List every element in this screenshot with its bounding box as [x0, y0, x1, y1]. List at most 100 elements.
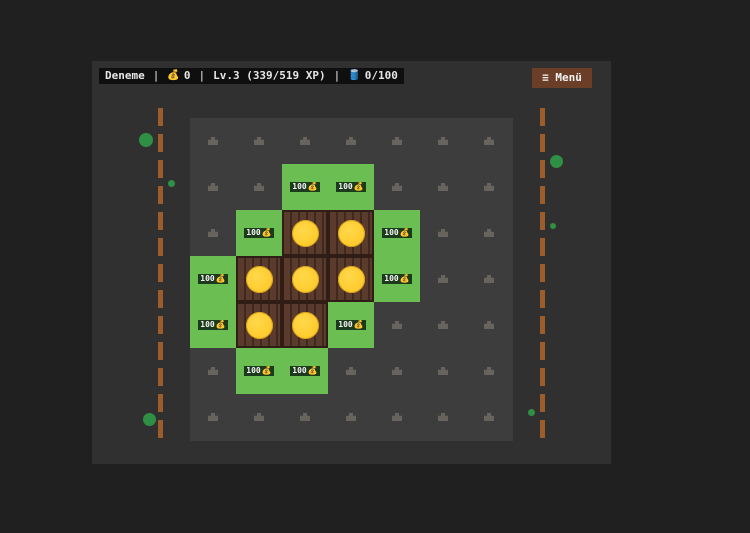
locked-plot[interactable] [236, 118, 282, 164]
price-tag: 100 💰 [244, 228, 274, 238]
price-tag: 100 💰 [336, 320, 366, 330]
locked-plot[interactable] [374, 394, 420, 440]
buyable-plot[interactable]: 100 💰 [190, 302, 236, 348]
money-bag-icon: 💰 [399, 274, 410, 283]
castle-icon [484, 275, 494, 283]
tree [550, 223, 556, 229]
locked-plot[interactable] [374, 164, 420, 210]
price-tag: 100 💰 [198, 320, 228, 330]
menu-button[interactable]: ≡ Menü [532, 68, 592, 88]
locked-plot[interactable] [190, 348, 236, 394]
locked-plot[interactable] [236, 164, 282, 210]
locked-plot[interactable] [420, 394, 466, 440]
coin-icon[interactable] [245, 311, 273, 339]
locked-plot[interactable] [374, 118, 420, 164]
money-bag-icon: 💰 [261, 366, 272, 375]
castle-icon [392, 137, 402, 145]
locked-plot[interactable] [282, 118, 328, 164]
locked-plot[interactable] [236, 394, 282, 440]
locked-plot[interactable] [190, 164, 236, 210]
owned-plot[interactable] [328, 210, 374, 256]
tree [143, 413, 156, 426]
coin-icon[interactable] [291, 265, 319, 293]
hud-separator: | [198, 69, 206, 82]
right-fence [540, 108, 545, 439]
buyable-plot[interactable]: 100 💰 [236, 348, 282, 394]
coin-icon[interactable] [245, 265, 273, 293]
price-tag: 100 💰 [382, 228, 412, 238]
price-value: 100 [246, 228, 261, 237]
owned-plot[interactable] [282, 210, 328, 256]
castle-icon [484, 413, 494, 421]
locked-plot[interactable] [466, 164, 512, 210]
price-tag: 100 💰 [290, 182, 320, 192]
locked-plot[interactable] [190, 118, 236, 164]
buyable-plot[interactable]: 100 💰 [282, 348, 328, 394]
castle-icon [438, 275, 448, 283]
locked-plot[interactable] [190, 394, 236, 440]
coin-icon[interactable] [291, 311, 319, 339]
buyable-plot[interactable]: 100 💰 [328, 164, 374, 210]
price-value: 100 [292, 366, 307, 375]
locked-plot[interactable] [420, 164, 466, 210]
castle-icon [300, 137, 310, 145]
buyable-plot[interactable]: 100 💰 [374, 256, 420, 302]
price-tag: 100 💰 [382, 274, 412, 284]
buyable-plot[interactable]: 100 💰 [236, 210, 282, 256]
castle-icon [254, 137, 264, 145]
hud-separator: | [152, 69, 160, 82]
castle-icon [254, 183, 264, 191]
locked-plot[interactable] [328, 348, 374, 394]
owned-plot[interactable] [282, 302, 328, 348]
locked-plot[interactable] [466, 348, 512, 394]
castle-icon [438, 367, 448, 375]
locked-plot[interactable] [374, 348, 420, 394]
locked-plot[interactable] [328, 394, 374, 440]
owned-plot[interactable] [236, 256, 282, 302]
buyable-plot[interactable]: 100 💰 [190, 256, 236, 302]
owned-plot[interactable] [282, 256, 328, 302]
buyable-plot[interactable]: 100 💰 [374, 210, 420, 256]
locked-plot[interactable] [466, 394, 512, 440]
owned-plot[interactable] [236, 302, 282, 348]
left-fence [158, 108, 163, 439]
money-bag-icon: 💰 [399, 228, 410, 237]
status-bar: Deneme | 💰 0 | Lv.3 (339/519 XP) | 🛢️ 0/… [99, 68, 404, 84]
locked-plot[interactable] [466, 118, 512, 164]
tree [528, 409, 535, 416]
price-tag: 100 💰 [290, 366, 320, 376]
money-bag-icon: 💰 [353, 320, 364, 329]
locked-plot[interactable] [420, 302, 466, 348]
price-value: 100 [292, 182, 307, 191]
castle-icon [346, 137, 356, 145]
castle-icon [438, 229, 448, 237]
locked-plot[interactable] [420, 118, 466, 164]
castle-icon [392, 183, 402, 191]
tree [550, 155, 563, 168]
locked-plot[interactable] [328, 118, 374, 164]
owned-plot[interactable] [328, 256, 374, 302]
locked-plot[interactable] [420, 348, 466, 394]
price-value: 100 [338, 320, 353, 329]
locked-plot[interactable] [420, 210, 466, 256]
castle-icon [392, 413, 402, 421]
tree [139, 133, 153, 147]
castle-icon [208, 367, 218, 375]
locked-plot[interactable] [420, 256, 466, 302]
price-tag: 100 💰 [336, 182, 366, 192]
locked-plot[interactable] [466, 256, 512, 302]
buyable-plot[interactable]: 100 💰 [328, 302, 374, 348]
locked-plot[interactable] [466, 302, 512, 348]
buyable-plot[interactable]: 100 💰 [282, 164, 328, 210]
locked-plot[interactable] [282, 394, 328, 440]
castle-icon [208, 229, 218, 237]
locked-plot[interactable] [466, 210, 512, 256]
castle-icon [392, 321, 402, 329]
coin-icon[interactable] [291, 219, 319, 247]
price-value: 100 [384, 228, 399, 237]
locked-plot[interactable] [190, 210, 236, 256]
money-bag-icon: 💰 [215, 274, 226, 283]
locked-plot[interactable] [374, 302, 420, 348]
coin-icon[interactable] [337, 219, 365, 247]
coin-icon[interactable] [337, 265, 365, 293]
